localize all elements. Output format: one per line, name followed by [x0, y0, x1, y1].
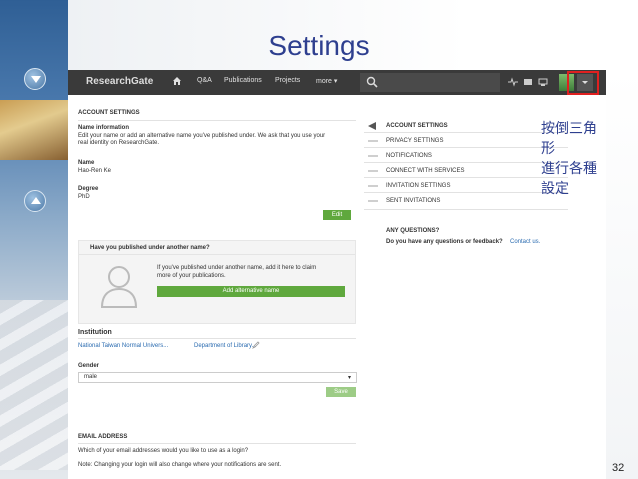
name-label: Name	[78, 160, 95, 166]
divider	[364, 147, 568, 148]
contact-us-link[interactable]: Contact us.	[510, 239, 540, 245]
divider	[364, 162, 568, 163]
name-info-text-2: real identity on ResearchGate.	[78, 140, 160, 146]
gender-select[interactable]	[78, 372, 357, 383]
email-text-1: Which of your email addresses would you …	[78, 448, 249, 454]
slide-title: Settings	[268, 30, 370, 61]
messages-icon[interactable]	[523, 77, 533, 87]
account-settings-heading: ACCOUNT SETTINGS	[78, 110, 140, 116]
sidebar-dash	[368, 140, 378, 142]
institution-department-link[interactable]: Department of Library...	[194, 343, 257, 349]
name-info-heading: Name information	[78, 125, 130, 131]
divider	[78, 443, 356, 444]
email-address-heading: EMAIL ADDRESS	[78, 434, 128, 440]
sidebar-dash	[368, 155, 378, 157]
researchgate-screenshot: ResearchGate Q&A Publications Projects m…	[68, 70, 606, 479]
any-questions-heading: ANY QUESTIONS?	[386, 228, 440, 234]
sidebar-dash	[368, 170, 378, 172]
divider	[364, 132, 568, 133]
slide-deco-keyboard	[0, 300, 68, 470]
search-input[interactable]	[360, 73, 500, 92]
edit-button[interactable]: Edit	[323, 210, 351, 220]
email-text-2: Note: Changing your login will also chan…	[78, 462, 282, 468]
alternative-name-text-2: more of your publications.	[157, 273, 226, 279]
annotation-line-2: 進行各種	[541, 160, 597, 176]
alternative-name-text-1: If you've published under another name, …	[157, 265, 317, 271]
sidebar-item-connect-with-services[interactable]: CONNECT WITH SERVICES	[386, 168, 464, 174]
divider	[78, 120, 356, 121]
annotation-line-3: 設定	[541, 180, 569, 196]
nav-qa[interactable]: Q&A	[197, 77, 212, 84]
active-pointer-icon	[368, 122, 376, 130]
alternative-name-heading: Have you published under another name?	[90, 245, 210, 251]
add-alternative-name-button[interactable]: Add alternative name	[157, 286, 345, 297]
sidebar-item-sent-invitations[interactable]: SENT INVITATIONS	[386, 198, 440, 204]
notifications-icon[interactable]	[538, 77, 548, 87]
sidebar-item-notifications[interactable]: NOTIFICATIONS	[386, 153, 432, 159]
divider	[78, 338, 356, 339]
save-button[interactable]: Save	[326, 387, 356, 397]
questions-text: Do you have any questions or feedback?	[386, 239, 503, 245]
highlight-annotation-box	[567, 71, 599, 95]
alternative-name-panel	[78, 240, 356, 324]
nav-publications[interactable]: Publications	[224, 77, 262, 84]
degree-value: PhD	[78, 194, 90, 200]
institution-heading: Institution	[78, 329, 112, 336]
chevron-down-icon: ▾	[348, 375, 352, 381]
divider	[364, 177, 568, 178]
sidebar-dash	[368, 185, 378, 187]
slide-left-decoration	[0, 0, 68, 479]
slide-deco-gold	[0, 100, 68, 160]
sidebar-item-account-settings[interactable]: ACCOUNT SETTINGS	[386, 123, 448, 129]
degree-label: Degree	[78, 186, 99, 192]
top-navigation-bar: ResearchGate Q&A Publications Projects m…	[68, 70, 606, 95]
chinese-annotation: 按倒三角形 進行各種 設定	[541, 118, 597, 198]
institution-university-link[interactable]: National Taiwan Normal Univers...	[78, 343, 168, 349]
slide-right-decoration	[606, 70, 638, 479]
name-value: Hao-Ren Ke	[78, 168, 112, 174]
name-info-text-1: Edit your name or add an alternative nam…	[78, 133, 326, 139]
activity-icon[interactable]	[508, 77, 518, 87]
sidebar-item-privacy-settings[interactable]: PRIVACY SETTINGS	[386, 138, 443, 144]
nav-projects[interactable]: Projects	[275, 77, 300, 84]
gender-value: male	[84, 374, 98, 380]
page-number: 32	[612, 462, 625, 474]
slide-nav-up-icon[interactable]	[24, 190, 46, 212]
sidebar-item-invitation-settings[interactable]: INVITATION SETTINGS	[386, 183, 450, 189]
researchgate-logo[interactable]: ResearchGate	[86, 76, 153, 87]
person-placeholder-icon	[100, 266, 138, 308]
divider	[364, 209, 568, 210]
sidebar-dash	[368, 200, 378, 202]
pencil-edit-icon[interactable]	[252, 341, 260, 349]
slide-nav-down-icon[interactable]	[24, 68, 46, 90]
gender-label: Gender	[78, 363, 100, 369]
search-icon	[366, 76, 378, 88]
home-icon[interactable]	[172, 76, 182, 86]
divider	[364, 192, 568, 193]
nav-more[interactable]: more ▾	[316, 77, 337, 85]
annotation-line-1: 按倒三角形	[541, 120, 597, 156]
